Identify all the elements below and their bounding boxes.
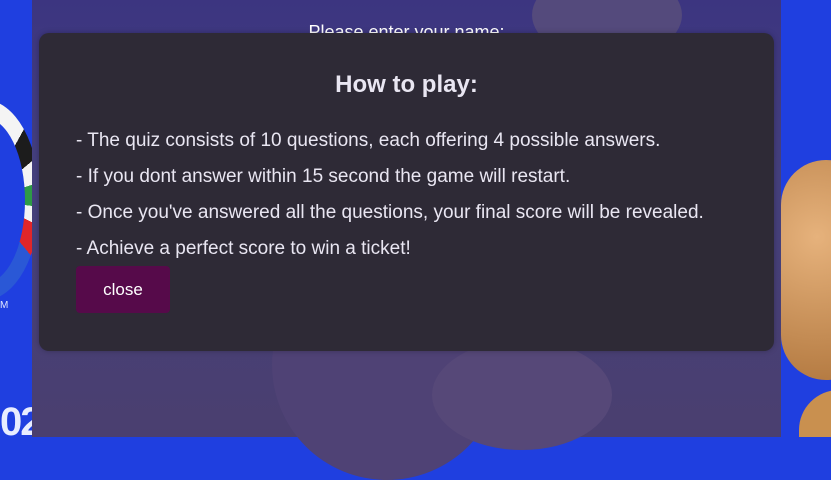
rule-item: - Achieve a perfect score to win a ticke… — [76, 238, 411, 259]
left-background-decoration: M 024 — [0, 0, 32, 437]
how-to-play-modal: How to play: - The quiz consists of 10 q… — [39, 33, 774, 351]
rules-list: - The quiz consists of 10 questions, eac… — [76, 123, 704, 267]
modal-title: How to play: — [335, 71, 478, 98]
right-background-decoration — [781, 0, 831, 437]
logo-year: 024 — [0, 400, 32, 437]
rule-item: - If you dont answer within 15 second th… — [76, 166, 571, 187]
close-button[interactable]: close — [76, 266, 170, 313]
logo-caption: M — [0, 300, 9, 311]
mascot-image — [781, 160, 831, 380]
rule-item: - Once you've answered all the questions… — [76, 202, 704, 223]
rule-item: - The quiz consists of 10 questions, eac… — [76, 130, 661, 151]
